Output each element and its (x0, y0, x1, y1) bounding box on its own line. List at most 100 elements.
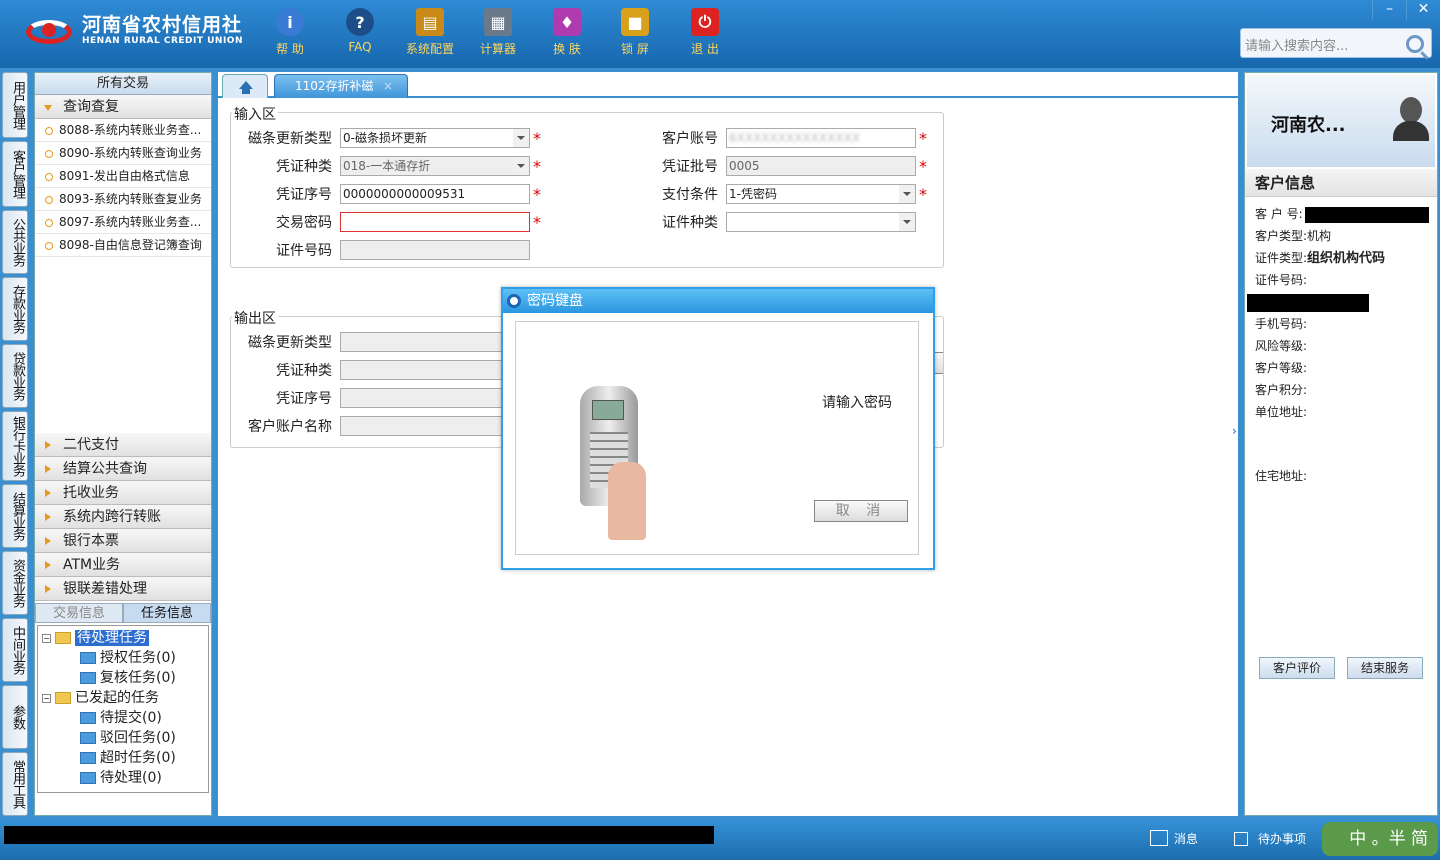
voucher-type-select[interactable]: 018-一本通存折 (340, 156, 530, 176)
transaction-item[interactable]: 8098-自由信息登记簿查询 (35, 234, 211, 257)
checkbox-icon (1234, 832, 1248, 846)
folder-icon (55, 692, 71, 704)
calculator-button[interactable]: ▦ 计算器 (468, 8, 528, 57)
vtab-loan-business[interactable]: 贷款业务 (2, 344, 28, 408)
pay-condition-select[interactable]: 1-凭密码 (726, 184, 916, 204)
mag-update-type-label: 磁条更新类型 (248, 131, 332, 147)
group-item[interactable]: 托收业务 (35, 481, 211, 505)
task-icon (80, 672, 96, 684)
customer-header: 河南农... (1247, 75, 1435, 167)
collapse-icon[interactable]: − (42, 633, 51, 643)
id-no-label: 证件号码 (276, 243, 332, 259)
vtab-intermediary-business[interactable]: 中间业务 (2, 618, 28, 682)
task-tree: − 待处理任务 授权任务(0) 复核任务(0) − 已发起的任务 待提交(0) 驳回… (37, 625, 209, 793)
vtab-parameters[interactable]: 参数 (2, 685, 28, 749)
password-keypad-dialog: 密码键盘 请输入密码 取 消 (501, 287, 935, 570)
tab-label: 1102存折补磁 (295, 79, 374, 93)
group-item[interactable]: ATM业务 (35, 553, 211, 577)
minimize-button[interactable]: – (1372, 0, 1406, 20)
voucher-batch-input[interactable]: 0005 (726, 156, 916, 176)
mag-update-type-select[interactable]: 0-磁条损坏更新 (340, 128, 530, 148)
select-value: 0-磁条损坏更新 (343, 131, 427, 145)
todo-button[interactable]: 待办事项 (1234, 828, 1306, 850)
messages-button[interactable]: 消息 (1150, 828, 1198, 850)
ime-indicator[interactable]: 中 。半 简 (1322, 822, 1438, 856)
input-section-title: 输入区 (232, 104, 278, 124)
id-no-input[interactable] (340, 240, 530, 260)
skin-button[interactable]: ♦ 换 肤 (537, 8, 597, 57)
collapse-right-panel-icon[interactable]: › (1232, 424, 1240, 460)
out-voucher-type-label: 凭证种类 (276, 363, 332, 379)
vtab-deposit-business[interactable]: 存款业务 (2, 277, 28, 341)
account-no-input[interactable]: 6XXXXXXXXXXXXXXX (726, 128, 916, 148)
transaction-item[interactable]: 8090-系统内转账查询业务 (35, 142, 211, 165)
lock-icon: ■ (621, 8, 649, 36)
vtab-common-tools[interactable]: 常用工具 (2, 752, 28, 816)
close-button[interactable]: ✕ (1406, 0, 1440, 20)
vtab-fund-business[interactable]: 资金业务 (2, 551, 28, 615)
faq-button[interactable]: ? FAQ (330, 8, 390, 54)
tab-transaction-info[interactable]: 交易信息 (35, 603, 123, 623)
tree-node[interactable]: 复核任务(0) (38, 668, 208, 688)
task-icon (80, 752, 96, 764)
tree-node[interactable]: 驳回任务(0) (38, 728, 208, 748)
vtab-user-management[interactable]: 用户管理 (2, 72, 28, 138)
tree-node[interactable]: 授权任务(0) (38, 648, 208, 668)
tab-1102[interactable]: 1102存折补磁 × (274, 74, 408, 98)
group-item[interactable]: 银联差错处理 (35, 577, 211, 601)
exit-button[interactable]: ⏻ 退 出 (675, 8, 735, 57)
account-no-label: 客户账号 (662, 131, 718, 147)
finger-illustration-icon (608, 462, 646, 540)
vertical-module-tabs: 用户管理 客户管理 公共业务 存款业务 贷款业务 银行卡业务 结算业务 资金业务… (2, 72, 28, 819)
transaction-item[interactable]: 8088-系统内转账业务查... (35, 119, 211, 142)
tree-node[interactable]: 超时任务(0) (38, 748, 208, 768)
lock-screen-button[interactable]: ■ 锁 屏 (605, 8, 665, 57)
id-type-select[interactable] (726, 212, 916, 232)
vtab-settlement-business[interactable]: 结算业务 (2, 484, 28, 548)
customer-rating-button[interactable]: 客户评价 (1259, 657, 1335, 679)
group-item[interactable]: 银行本票 (35, 529, 211, 553)
group-item[interactable]: 二代支付 (35, 433, 211, 457)
mobile-label: 手机号码: (1255, 317, 1308, 331)
tree-label: 待处理任务 (75, 630, 149, 646)
chevron-down-icon (899, 185, 915, 203)
messages-label: 消息 (1174, 832, 1199, 846)
vtab-public-business[interactable]: 公共业务 (2, 210, 28, 274)
home-tab[interactable] (222, 74, 268, 98)
vtab-customer-management[interactable]: 客户管理 (2, 141, 28, 207)
tab-task-info[interactable]: 任务信息 (123, 603, 211, 623)
tab-close-icon[interactable]: × (383, 75, 393, 97)
help-button[interactable]: i 帮 助 (260, 8, 320, 57)
tx-password-input[interactable] (340, 212, 530, 232)
cancel-button[interactable]: 取 消 (814, 500, 908, 522)
dialog-body: 请输入密码 取 消 (515, 321, 919, 555)
search-button[interactable] (1404, 31, 1430, 55)
select-value: 018-一本通存折 (343, 159, 431, 173)
top-bar: 河南省农村信用社 HENAN RURAL CREDIT UNION i 帮 助 ?… (0, 0, 1440, 68)
lock-label: 锁 屏 (621, 42, 649, 56)
customer-level-row: 客户等级: (1255, 357, 1427, 379)
settings-button[interactable]: ▤ 系统配置 (400, 8, 460, 57)
group-item[interactable]: 系统内跨行转账 (35, 505, 211, 529)
group-query-reply[interactable]: 查询查复 (35, 95, 211, 119)
collapse-icon[interactable]: − (42, 693, 51, 703)
end-service-button[interactable]: 结束服务 (1347, 657, 1423, 679)
voucher-no-input[interactable]: 0000000000009531 (340, 184, 530, 204)
search-icon (1406, 35, 1424, 53)
tree-node-started[interactable]: − 已发起的任务 (38, 688, 208, 708)
tree-node[interactable]: 待提交(0) (38, 708, 208, 728)
id-no-row: 证件号码: (1255, 269, 1427, 291)
vtab-card-business[interactable]: 银行卡业务 (2, 411, 28, 481)
required-mark: * (533, 128, 541, 148)
logo-subtitle: HENAN RURAL CREDIT UNION (82, 36, 243, 46)
folder-icon (55, 632, 71, 644)
dialog-app-icon (507, 294, 521, 308)
transaction-item[interactable]: 8091-发出自由格式信息 (35, 165, 211, 188)
group-item[interactable]: 结算公共查询 (35, 457, 211, 481)
tree-node[interactable]: 待处理(0) (38, 768, 208, 788)
tree-node-pending[interactable]: − 待处理任务 (38, 628, 208, 648)
faq-label: FAQ (348, 40, 372, 54)
transaction-item[interactable]: 8093-系统内转账查复业务 (35, 188, 211, 211)
output-section-title: 输出区 (232, 308, 278, 328)
transaction-item[interactable]: 8097-系统内转账业务查... (35, 211, 211, 234)
